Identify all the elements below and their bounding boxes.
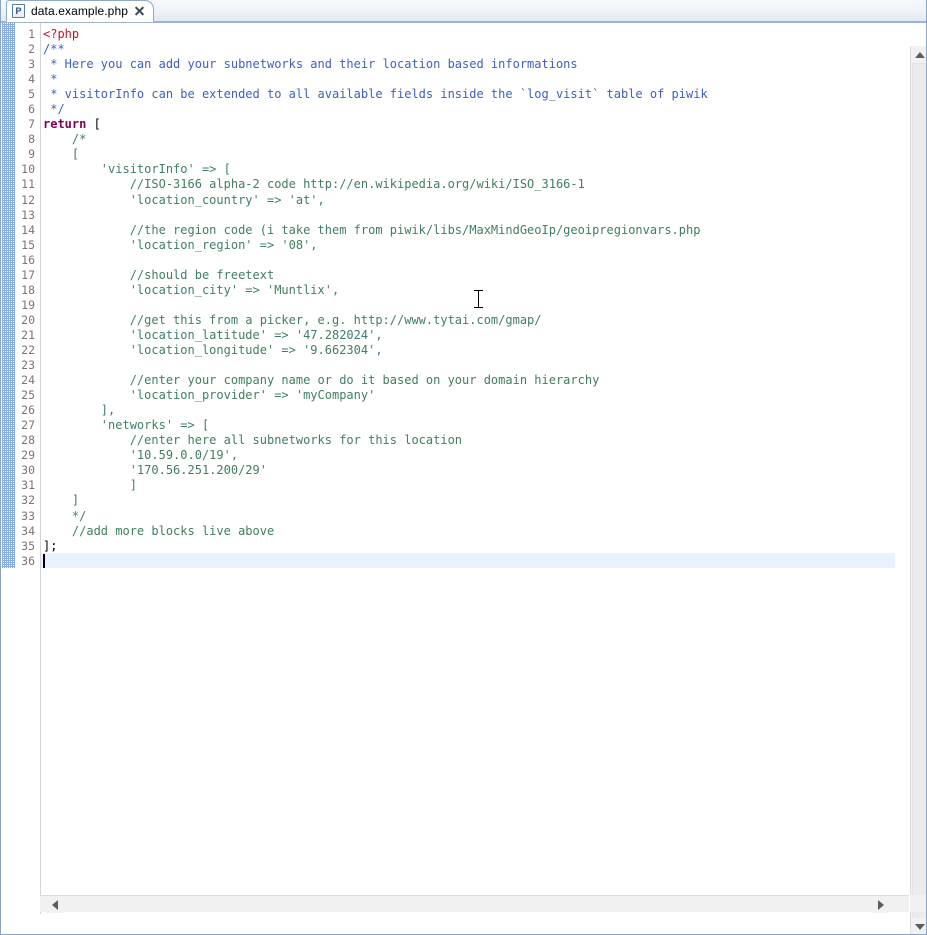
horizontal-scrollbar[interactable] <box>40 895 909 913</box>
line-number: 9 <box>28 147 35 162</box>
code-line[interactable]: '10.59.0.0/19', <box>43 448 238 462</box>
annotation-ruler-empty <box>2 568 15 914</box>
editor-window: P data.example.php 1 2 3 4 5 6 7 8 9 10 11 12 13 14 15… <box>0 0 927 935</box>
line-number: 10 <box>21 162 35 177</box>
code-line[interactable]: ] <box>43 493 79 507</box>
line-number: 20 <box>21 312 35 327</box>
code-line[interactable]: 'location_country' => 'at', <box>43 193 325 207</box>
php-file-icon: P <box>12 4 25 18</box>
code-line[interactable]: ], <box>43 403 115 417</box>
line-number: 7 <box>28 117 35 132</box>
text-caret <box>43 553 45 568</box>
code-line[interactable]: //ISO-3166 alpha-2 code http://en.wikipe… <box>43 177 585 191</box>
line-number: 12 <box>21 192 35 207</box>
code-line[interactable]: //enter here all subnetworks for this lo… <box>43 433 462 447</box>
scroll-right-button[interactable] <box>872 896 889 913</box>
line-number: 29 <box>21 448 35 463</box>
line-number: 28 <box>21 433 35 448</box>
code-line[interactable]: * visitorInfo can be extended to all ava… <box>43 87 707 101</box>
line-number: 23 <box>21 358 35 373</box>
line-number: 4 <box>28 72 35 87</box>
arrow-left-icon <box>51 899 58 910</box>
line-number: 35 <box>21 538 35 553</box>
horizontal-scrollbar-track[interactable] <box>40 896 909 913</box>
code-line[interactable]: 'location_longitude' => '9.662304', <box>43 343 383 357</box>
code-line[interactable]: /** <box>43 42 65 56</box>
line-number: 16 <box>21 252 35 267</box>
code-line[interactable]: 'location_region' => '08', <box>43 238 318 252</box>
code-line[interactable]: [ <box>43 147 79 161</box>
line-number: 1 <box>28 27 35 41</box>
line-number: 27 <box>21 418 35 433</box>
close-icon[interactable] <box>134 6 145 17</box>
line-number: 8 <box>28 132 35 147</box>
line-number: 36 <box>21 553 35 568</box>
code-line[interactable]: * <box>43 72 57 86</box>
code-line[interactable]: */ <box>43 102 64 116</box>
line-number: 31 <box>21 478 35 493</box>
line-number: 19 <box>21 297 35 312</box>
line-number: 14 <box>21 222 35 237</box>
arrow-up-icon <box>914 51 925 58</box>
line-number: 25 <box>21 388 35 403</box>
line-number: 24 <box>21 373 35 388</box>
line-number: 15 <box>21 237 35 252</box>
code-line[interactable]: * Here you can add your subnetworks and … <box>43 57 577 71</box>
arrow-right-icon <box>877 899 884 910</box>
code-line[interactable]: //the region code (i take them from piwi… <box>43 223 701 237</box>
code-line[interactable]: //add more blocks live above <box>43 524 274 538</box>
line-number: 3 <box>28 57 35 72</box>
code-line[interactable]: 'visitorInfo' => [ <box>43 162 231 176</box>
code-line[interactable]: 'location_latitude' => '47.282024', <box>43 328 383 342</box>
code-line[interactable]: //should be freetext <box>43 268 275 282</box>
code-line[interactable]: ] <box>43 478 137 492</box>
vertical-scrollbar-thumb[interactable] <box>912 63 926 934</box>
line-number: 22 <box>21 342 35 357</box>
line-number: 30 <box>21 463 35 478</box>
code-line[interactable]: <?php <box>43 27 79 41</box>
line-number: 21 <box>21 327 35 342</box>
line-number: 13 <box>21 207 35 222</box>
code-line[interactable]: //get this from a picker, e.g. http://ww… <box>43 313 542 327</box>
line-number: 32 <box>21 493 35 508</box>
line-number: 6 <box>28 102 35 117</box>
line-number: 33 <box>21 508 35 523</box>
editor-tab-bar: P data.example.php <box>1 0 926 22</box>
scrollbar-corner-left <box>2 895 40 912</box>
line-number: 18 <box>21 282 35 297</box>
code-line[interactable]: 'networks' => [ <box>43 418 209 432</box>
code-text-area[interactable]: <?php /** * Here you can add your subnet… <box>41 23 895 914</box>
line-number: 5 <box>28 87 35 102</box>
vertical-scrollbar[interactable] <box>910 46 926 934</box>
editor-tab-title: data.example.php <box>31 4 129 18</box>
current-line-highlight <box>41 552 895 568</box>
code-line[interactable]: return [ <box>43 117 101 131</box>
code-line[interactable]: ]; <box>43 539 57 553</box>
line-number: 34 <box>21 523 35 538</box>
code-line[interactable]: '170.56.251.200/29' <box>43 463 267 477</box>
scrollbar-corner-right <box>910 895 926 912</box>
code-line[interactable]: 'location_provider' => 'myCompany' <box>43 388 376 402</box>
code-line[interactable]: */ <box>43 509 86 523</box>
line-number: 2 <box>28 42 35 57</box>
code-line[interactable]: 'location_city' => 'Muntlix', <box>43 283 340 297</box>
line-number: 11 <box>21 177 35 192</box>
editor-tab-data-example-php[interactable]: P data.example.php <box>6 0 155 22</box>
line-number: 26 <box>21 403 35 418</box>
code-line[interactable]: //enter your company name or do it based… <box>43 373 600 387</box>
line-number-gutter: 1 2 3 4 5 6 7 8 9 10 11 12 13 14 15 16 17 18 19 20 21 22 23 24 2… <box>15 23 39 914</box>
code-line[interactable]: /* <box>43 132 86 146</box>
arrow-down-icon <box>914 923 925 930</box>
scroll-up-button[interactable] <box>911 46 926 63</box>
code-editor[interactable]: 1 2 3 4 5 6 7 8 9 10 11 12 13 14 15 16 17 18 19 20 21 22 23 24 2… <box>1 22 926 934</box>
scroll-down-button[interactable] <box>911 918 926 934</box>
line-number: 17 <box>21 267 35 282</box>
source-code[interactable]: <?php /** * Here you can add your subnet… <box>43 27 708 554</box>
scroll-left-button[interactable] <box>46 896 63 913</box>
